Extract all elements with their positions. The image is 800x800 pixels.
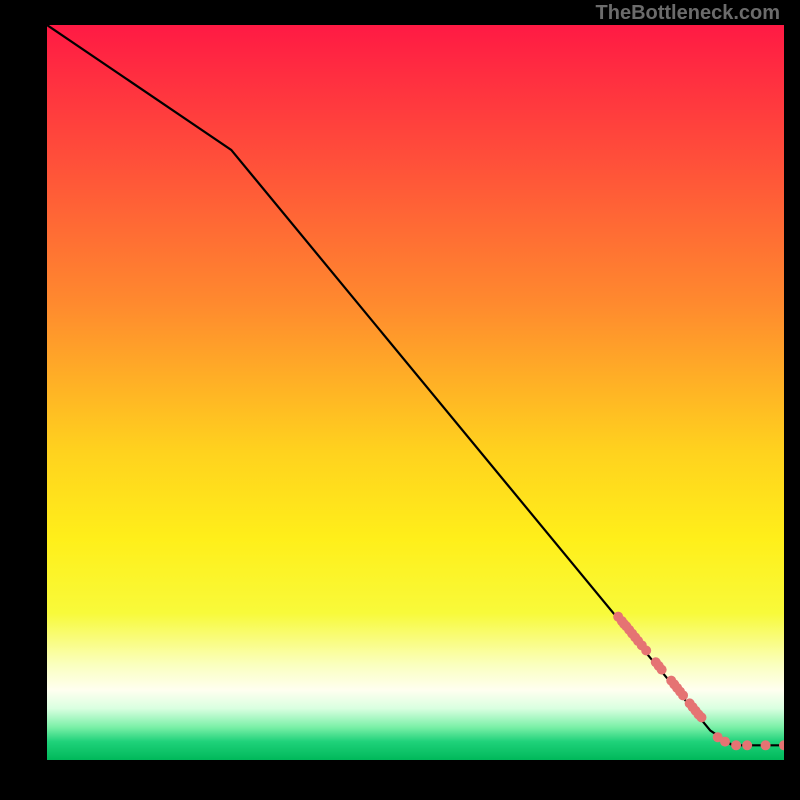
attribution-label: TheBottleneck.com bbox=[596, 2, 780, 25]
data-marker bbox=[761, 740, 771, 750]
chart-overlay bbox=[47, 25, 784, 760]
data-marker bbox=[742, 740, 752, 750]
data-marker bbox=[731, 740, 741, 750]
chart-container: TheBottleneck.com bbox=[0, 0, 800, 800]
data-marker bbox=[720, 737, 730, 747]
data-marker bbox=[641, 645, 651, 655]
bottleneck-curve bbox=[47, 25, 784, 745]
data-marker bbox=[657, 665, 667, 675]
data-marker bbox=[779, 740, 784, 750]
plot-area bbox=[47, 25, 784, 760]
marker-group bbox=[613, 612, 784, 751]
data-marker bbox=[678, 690, 688, 700]
data-marker bbox=[696, 712, 706, 722]
